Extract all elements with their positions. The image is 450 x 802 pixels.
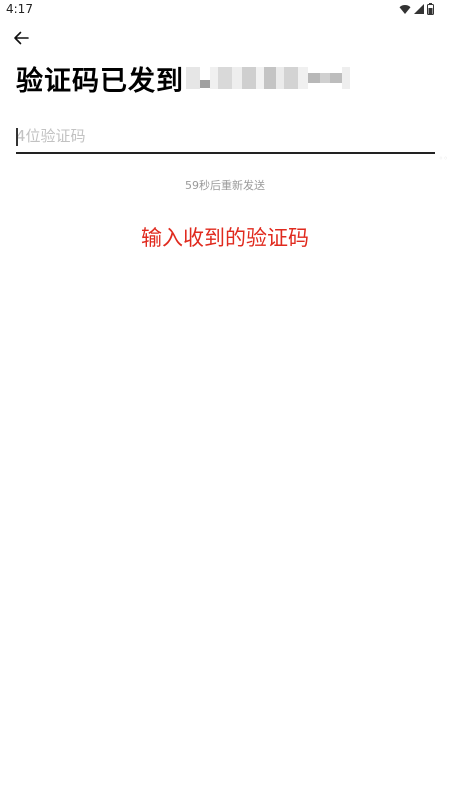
text-caret <box>16 128 18 146</box>
resend-countdown: 59秒后重新发送 <box>185 179 265 192</box>
title-row: 验证码已发到 <box>16 56 350 100</box>
status-bar: 4:17 <box>0 0 450 20</box>
page-title: 验证码已发到 <box>16 65 184 97</box>
battery-icon <box>427 3 434 15</box>
corner-mark-icon: ◦◦ <box>438 154 448 163</box>
verification-code-input[interactable] <box>16 122 435 150</box>
arrow-left-icon <box>13 30 29 50</box>
masked-phone-number <box>186 63 350 93</box>
instruction-text: 输入收到的验证码 <box>141 226 309 250</box>
cell-signal-icon <box>414 4 424 14</box>
code-input-container <box>16 122 435 154</box>
wifi-icon <box>399 4 411 15</box>
back-button[interactable] <box>6 26 36 54</box>
status-icons <box>399 3 434 15</box>
status-time: 4:17 <box>6 2 33 16</box>
